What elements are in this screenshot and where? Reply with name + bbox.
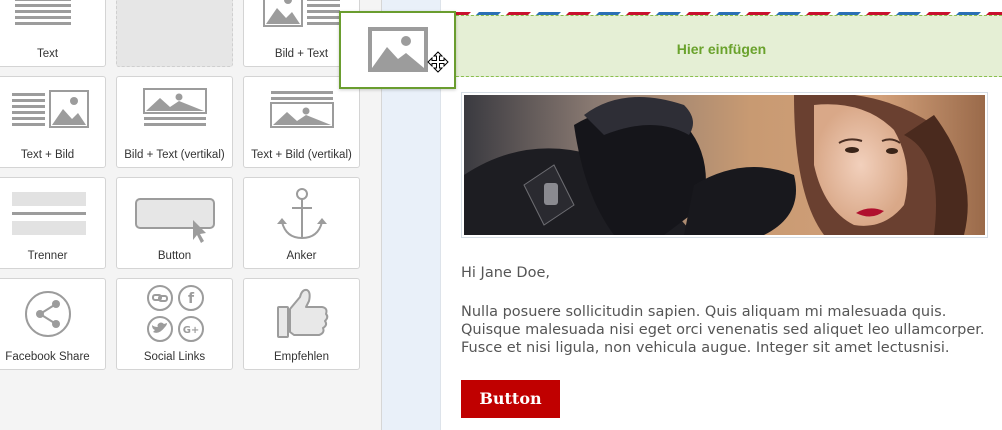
body-paragraph: Nulla posuere sollicitudin sapien. Quis … bbox=[461, 304, 985, 356]
divider-tile[interactable]: Trenner bbox=[0, 177, 106, 269]
anchor-icon bbox=[244, 184, 359, 246]
text-lines-icon bbox=[0, 0, 105, 44]
tile-label: Bild + Text (vertikal) bbox=[124, 149, 225, 161]
svg-text:G+: G+ bbox=[183, 325, 200, 336]
button-pointer-icon bbox=[117, 184, 232, 246]
text-above-image-icon bbox=[244, 83, 359, 145]
social-links-tile[interactable]: f G+ Social Links bbox=[116, 278, 233, 370]
email-canvas: Hier einfügen Hi Jane Doe, Nulla posuere… bbox=[440, 0, 1002, 430]
tile-label: Social Links bbox=[143, 351, 206, 363]
text-with-image-icon bbox=[0, 83, 105, 145]
hero-photo bbox=[464, 95, 985, 235]
tile-label: Text + Bild bbox=[20, 149, 75, 161]
empty-tile-slot bbox=[116, 0, 233, 67]
tile-label: Facebook Share bbox=[5, 351, 90, 363]
tile-label: Button bbox=[157, 250, 192, 262]
anchor-tile[interactable]: Anker bbox=[243, 177, 360, 269]
tile-label: Anker bbox=[286, 250, 317, 262]
dragged-image-tile[interactable] bbox=[339, 11, 456, 89]
hero-image[interactable] bbox=[461, 92, 988, 238]
share-icon bbox=[0, 285, 105, 347]
drop-zone-label: Hier einfügen bbox=[676, 41, 767, 57]
tile-label: Text + Bild (vertikal) bbox=[251, 149, 352, 161]
block-palette: Text Bild + Text Text + Bild Bild + Text… bbox=[0, 0, 382, 430]
text-image-tile[interactable]: Text + Bild bbox=[0, 76, 106, 168]
airmail-border bbox=[441, 7, 1002, 15]
image-text-vertical-tile[interactable]: Bild + Text (vertikal) bbox=[116, 76, 233, 168]
image-above-text-icon bbox=[117, 83, 232, 145]
greeting-text: Hi Jane Doe, bbox=[461, 265, 550, 281]
social-links-icon: f G+ bbox=[117, 285, 232, 347]
move-cursor-icon bbox=[427, 51, 449, 73]
recommend-tile[interactable]: Empfehlen bbox=[243, 278, 360, 370]
thumbs-up-icon bbox=[244, 285, 359, 347]
tile-label: Empfehlen bbox=[274, 351, 329, 363]
tile-label: Text bbox=[36, 48, 59, 60]
cta-button[interactable]: Button bbox=[461, 380, 560, 418]
image-icon bbox=[368, 27, 428, 72]
drop-zone[interactable]: Hier einfügen bbox=[441, 15, 1002, 77]
button-tile[interactable]: Button bbox=[116, 177, 233, 269]
tile-label: Trenner bbox=[27, 250, 68, 262]
text-block-tile[interactable]: Text bbox=[0, 0, 106, 67]
svg-text:f: f bbox=[188, 291, 195, 307]
facebook-share-tile[interactable]: Facebook Share bbox=[0, 278, 106, 370]
divider-icon bbox=[0, 184, 105, 246]
